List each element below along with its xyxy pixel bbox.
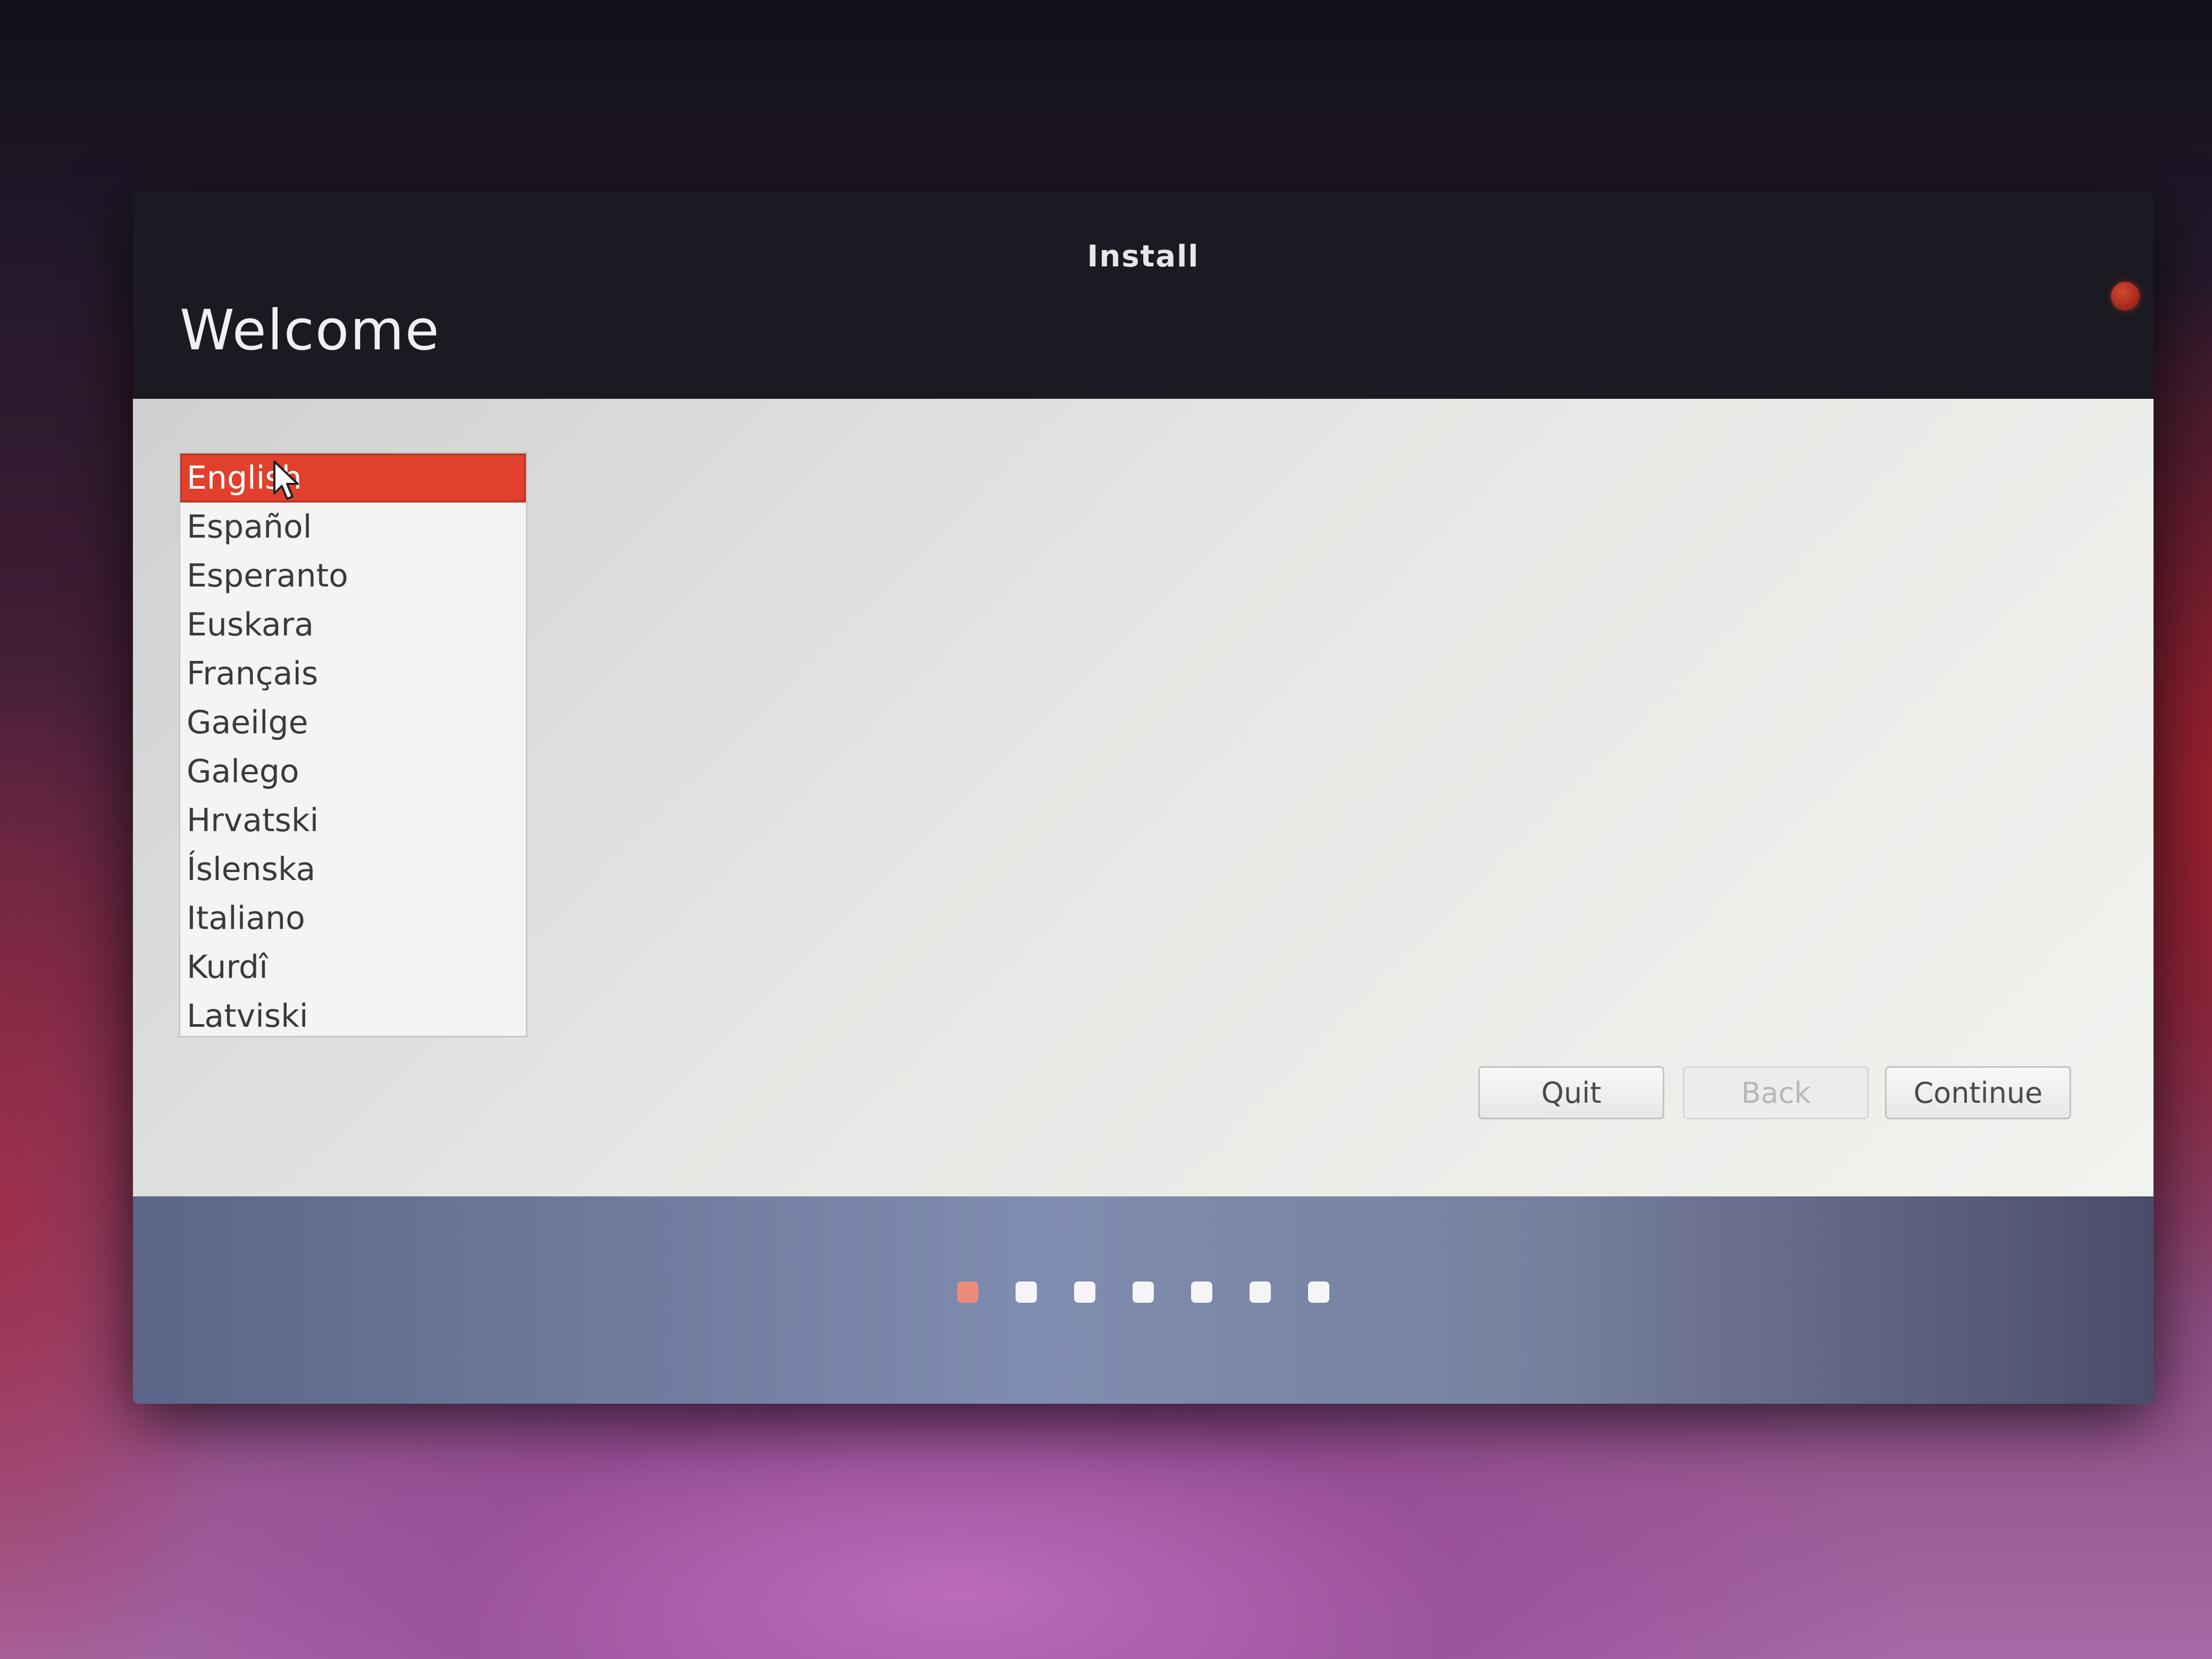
language-item-label: Euskara	[187, 606, 314, 643]
page-title: Welcome	[180, 298, 440, 363]
progress-dot-1	[957, 1281, 978, 1303]
progress-dot-7	[1308, 1281, 1329, 1303]
language-item-hrvatski[interactable]: Hrvatski	[180, 796, 526, 845]
progress-dot-3	[1074, 1281, 1095, 1303]
language-list[interactable]: English Español Esperanto Euskara França…	[179, 452, 527, 1037]
window-title: Install	[1087, 239, 1200, 274]
back-button[interactable]: Back	[1683, 1066, 1869, 1119]
language-item-label: Íslenska	[187, 851, 316, 888]
language-item-label: Gaeilge	[187, 704, 308, 741]
language-item-kurdi[interactable]: Kurdî	[180, 943, 526, 992]
language-item-islenska[interactable]: Íslenska	[180, 845, 526, 894]
mouse-pointer-icon	[273, 460, 299, 500]
language-item-italiano[interactable]: Italiano	[180, 894, 526, 943]
language-item-label: Hrvatski	[187, 802, 319, 839]
language-item-label: Italiano	[187, 900, 305, 937]
language-item-label: Latviski	[187, 998, 308, 1035]
language-item-galego[interactable]: Galego	[180, 747, 526, 796]
language-item-label: Kurdî	[187, 949, 268, 986]
progress-dot-2	[1016, 1281, 1037, 1303]
language-item-latviski[interactable]: Latviski	[180, 992, 526, 1036]
language-item-gaeilge[interactable]: Gaeilge	[180, 698, 526, 747]
installer-window: Install Welcome English Español Esperant…	[133, 191, 2154, 1404]
language-item-francais[interactable]: Français	[180, 649, 526, 698]
language-item-label: Esperanto	[187, 557, 348, 594]
progress-dot-4	[1133, 1281, 1154, 1303]
main-content: English Español Esperanto Euskara França…	[133, 399, 2154, 1196]
language-item-esperanto[interactable]: Esperanto	[180, 551, 526, 600]
language-item-espanol[interactable]: Español	[180, 502, 526, 551]
title-bar[interactable]: Install	[133, 191, 2154, 276]
language-item-label: Français	[187, 655, 319, 692]
quit-button[interactable]: Quit	[1478, 1066, 1664, 1119]
language-item-label: Español	[187, 508, 312, 546]
progress-dot-5	[1191, 1281, 1212, 1303]
close-icon[interactable]	[2111, 282, 2140, 311]
language-item-euskara[interactable]: Euskara	[180, 600, 526, 649]
language-item-english[interactable]: English	[180, 454, 526, 502]
progress-dots	[133, 1281, 2154, 1303]
continue-button[interactable]: Continue	[1885, 1066, 2071, 1119]
progress-dot-6	[1250, 1281, 1271, 1303]
language-item-label: Galego	[187, 753, 299, 790]
footer-bar	[133, 1196, 2154, 1404]
